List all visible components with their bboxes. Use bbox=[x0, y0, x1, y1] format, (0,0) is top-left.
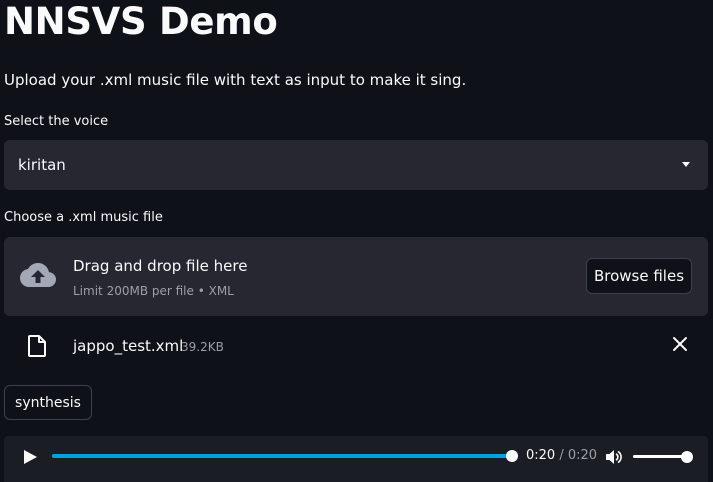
volume-slider[interactable] bbox=[633, 451, 693, 463]
volume-fill bbox=[633, 455, 687, 458]
volume-icon[interactable] bbox=[605, 448, 623, 466]
chevron-down-icon bbox=[682, 162, 690, 167]
dropzone-instructions: Drag and drop file here bbox=[73, 257, 248, 275]
cloud-upload-icon bbox=[20, 263, 56, 287]
audio-duration: 0:20 bbox=[567, 448, 598, 463]
play-icon[interactable] bbox=[22, 449, 38, 465]
uploaded-file-size: 39.2KB bbox=[181, 340, 224, 354]
uploaded-file-row: jappo_test.xml 39.2KB bbox=[4, 326, 708, 364]
uploaded-file-name: jappo_test.xml bbox=[73, 337, 184, 355]
audio-progress-bar[interactable] bbox=[52, 450, 518, 462]
audio-player: 0:20 / 0:20 bbox=[4, 436, 708, 482]
voice-select[interactable]: kiritan bbox=[4, 140, 708, 190]
page-title: NNSVS Demo bbox=[4, 0, 278, 43]
volume-knob[interactable] bbox=[681, 451, 693, 463]
audio-current-time: 0:20 bbox=[526, 448, 556, 463]
close-icon[interactable] bbox=[672, 336, 688, 352]
synthesis-button[interactable]: synthesis bbox=[4, 385, 92, 420]
file-dropzone[interactable]: Drag and drop file here Limit 200MB per … bbox=[4, 237, 708, 316]
file-icon bbox=[28, 335, 46, 357]
voice-select-value: kiritan bbox=[18, 156, 66, 174]
browse-files-button[interactable]: Browse files bbox=[586, 258, 692, 294]
file-uploader-label: Choose a .xml music file bbox=[4, 210, 163, 225]
audio-progress-knob[interactable] bbox=[506, 450, 518, 462]
audio-progress-fill bbox=[52, 454, 512, 458]
audio-time: 0:20 / 0:20 bbox=[526, 447, 597, 465]
voice-select-label: Select the voice bbox=[4, 114, 109, 129]
page-subtitle: Upload your .xml music file with text as… bbox=[4, 71, 467, 89]
dropzone-limit: Limit 200MB per file • XML bbox=[73, 284, 234, 298]
audio-time-separator: / bbox=[555, 448, 568, 463]
